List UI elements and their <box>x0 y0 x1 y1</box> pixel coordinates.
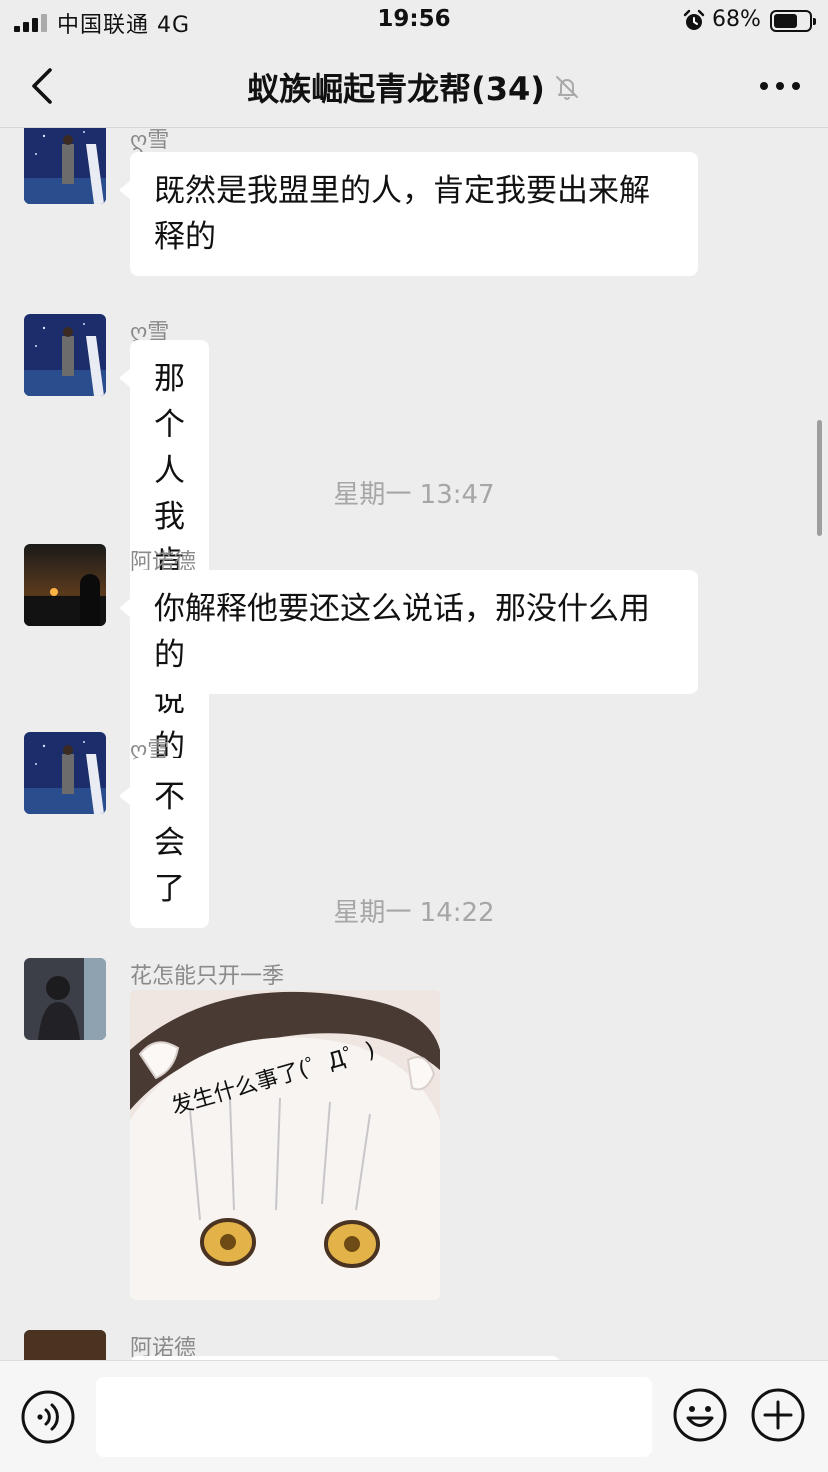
sender-name: 花怎能只开一季 <box>130 964 285 989</box>
more-dots-icon[interactable] <box>754 64 806 108</box>
bell-muted-icon <box>555 76 578 100</box>
chat-screen: 中国联通 4G 19:56 68% 蚁族崛起青龙帮(34) ღ雪 既然是我盟里的… <box>0 0 828 1472</box>
sticker-image[interactable]: 发生什么事了(゜Д゜) <box>130 990 440 1300</box>
status-bar: 中国联通 4G 19:56 68% <box>0 0 828 44</box>
avatar[interactable] <box>24 1330 106 1360</box>
battery-icon <box>770 10 816 32</box>
scrollbar[interactable] <box>817 420 822 536</box>
message-input[interactable] <box>96 1377 652 1457</box>
time-divider: 星期一 13:47 <box>333 480 495 510</box>
sender-name: ღ雪 <box>130 128 170 153</box>
message-bubble[interactable]: 既然是我盟里的人，肯定我要出来解释的 <box>119 152 698 276</box>
emoji-icon[interactable] <box>672 1387 728 1443</box>
alarm-icon <box>683 9 705 30</box>
avatar[interactable] <box>24 958 106 1040</box>
time-divider: 星期一 14:22 <box>333 898 495 928</box>
avatar[interactable] <box>24 544 106 626</box>
avatar[interactable] <box>24 128 106 204</box>
message-list[interactable]: ღ雪 既然是我盟里的人，肯定我要出来解释的 ღ雪 那个人我肯定会说的 <box>0 128 828 1360</box>
nav-bar: 蚁族崛起青龙帮(34) <box>0 44 828 128</box>
battery-percent: 68% <box>712 7 761 32</box>
message-bubble[interactable]: 你解释他要还这么说话，那没什么用的 <box>119 570 698 694</box>
plus-icon[interactable] <box>750 1387 806 1443</box>
avatar[interactable] <box>24 732 106 814</box>
voice-icon[interactable] <box>20 1389 76 1445</box>
message-text: 不会了 <box>154 779 185 907</box>
avatar[interactable] <box>24 314 106 396</box>
chat-title-text: 蚁族崛起青龙帮(34) <box>247 70 545 108</box>
chat-title: 蚁族崛起青龙帮(34) <box>0 64 828 110</box>
message-text: 既然是我盟里的人，肯定我要出来解释的 <box>154 173 650 255</box>
input-bar <box>0 1360 828 1472</box>
message-text: 你解释他要还这么说话，那没什么用的 <box>154 591 650 673</box>
